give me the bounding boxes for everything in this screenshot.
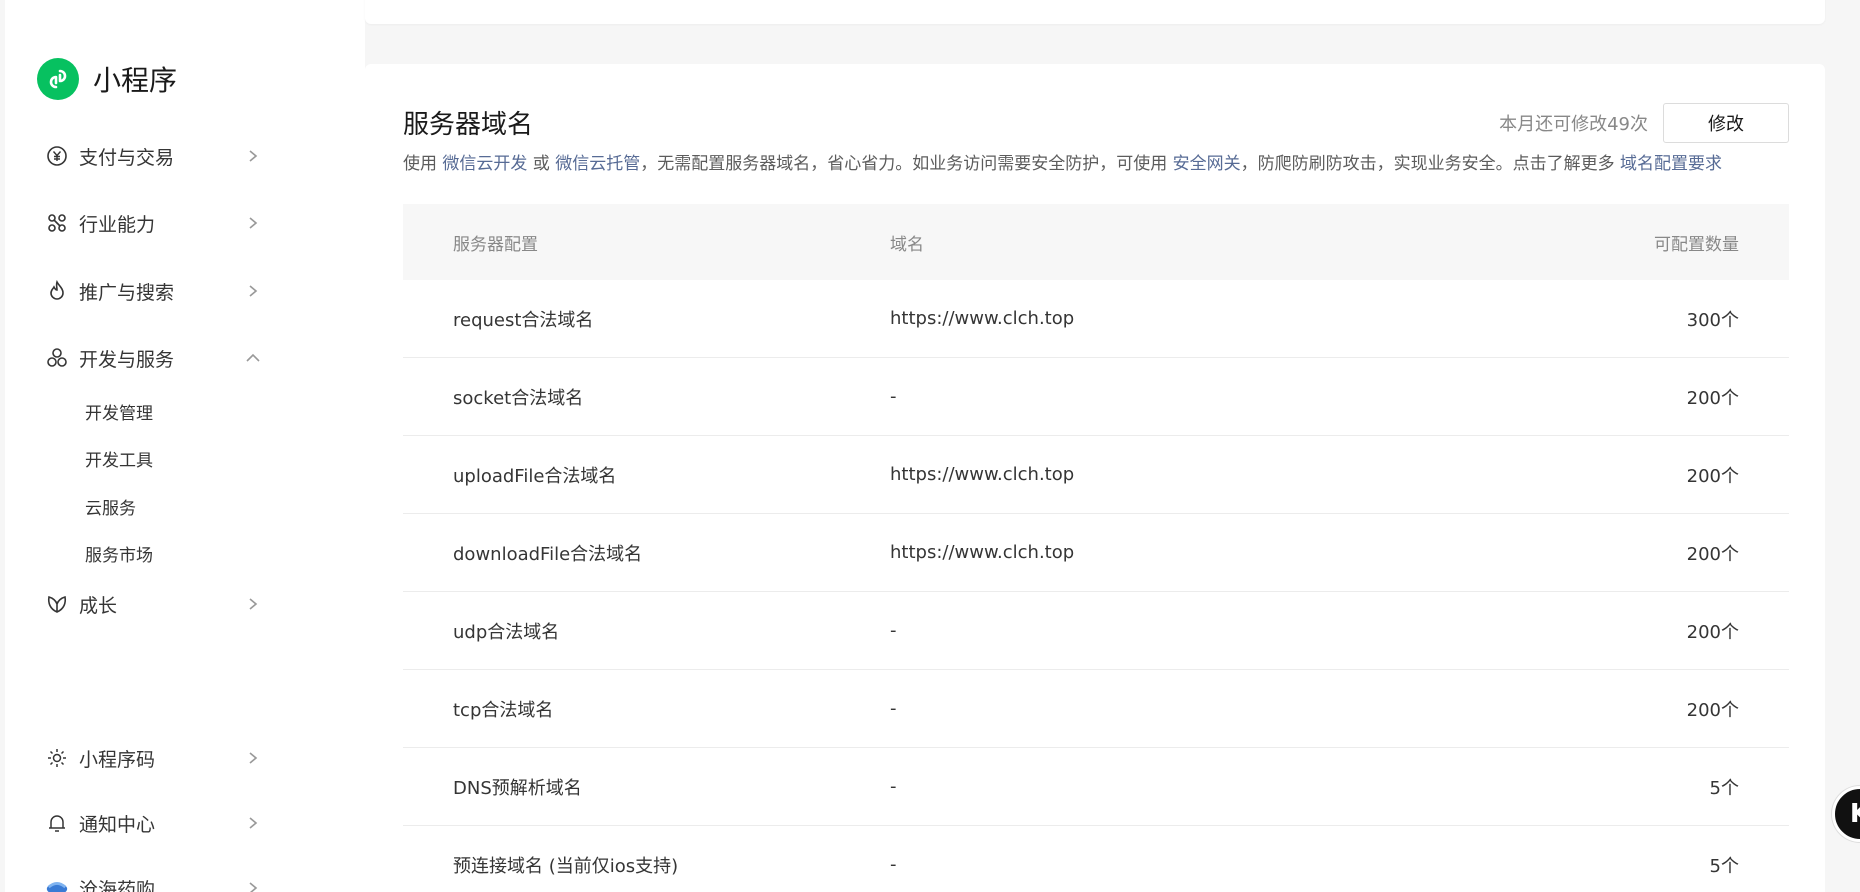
mini-program-logo-icon: [37, 58, 79, 100]
table-row: request合法域名 https://www.clch.top 300个: [403, 280, 1789, 358]
cell-count: 300个: [1686, 309, 1739, 331]
sidebar-item-label: 支付与交易: [79, 146, 175, 169]
chevron-right-icon: [241, 592, 265, 616]
cell-count: 200个: [1686, 543, 1739, 565]
cell-config: 预连接域名 (当前仅ios支持): [453, 855, 679, 877]
desc-text: ，防爬防刷防攻击，实现业务安全。点击了解更多: [1240, 154, 1621, 174]
section-title: 服务器域名: [403, 110, 534, 140]
wechat-cloud-hosting-link[interactable]: 微信云托管: [555, 154, 640, 174]
sidebar-item-notifications[interactable]: 通知中心: [45, 803, 265, 843]
qrcode-sun-icon: [45, 746, 69, 770]
cell-domain: https://www.clch.top: [890, 464, 1075, 485]
table-row: udp合法域名 - 200个: [403, 592, 1789, 670]
table-header: 服务器配置 域名 可配置数量: [403, 204, 1789, 280]
desc-text: 或: [527, 154, 556, 174]
chevron-right-icon: [241, 811, 265, 835]
sidebar-item-label: 小程序码: [79, 748, 156, 771]
modify-quota-text: 本月还可修改49次: [1499, 114, 1648, 135]
cell-count: 200个: [1686, 387, 1739, 409]
table-row: socket合法域名 - 200个: [403, 358, 1789, 436]
sidebar-item-label: 行业能力: [79, 213, 156, 236]
sidebar-item-label: 沧海药购: [79, 878, 156, 892]
section-description: 使用 微信云开发 或 微信云托管，无需配置服务器域名，省心省力。如业务访问需要安…: [403, 149, 1722, 174]
cell-domain: -: [890, 776, 897, 797]
desc-text: 使用: [403, 154, 443, 174]
table-row: DNS预解析域名 - 5个: [403, 748, 1789, 826]
sidebar-subitem-dev-management[interactable]: 开发管理: [85, 399, 153, 424]
chevron-right-icon: [241, 211, 265, 235]
cell-count: 200个: [1686, 621, 1739, 643]
cell-domain: -: [890, 620, 897, 641]
leaf-icon: [45, 592, 69, 616]
sidebar-item-account[interactable]: 沧海药购: [45, 868, 265, 892]
cell-config: DNS预解析域名: [453, 777, 582, 799]
cell-config: request合法域名: [453, 309, 594, 331]
cell-count: 5个: [1709, 777, 1739, 799]
domain-requirements-link[interactable]: 域名配置要求: [1620, 154, 1722, 174]
sidebar-item-promotion[interactable]: 推广与搜索: [45, 271, 265, 311]
cell-domain: https://www.clch.top: [890, 542, 1075, 563]
cell-domain: https://www.clch.top: [890, 308, 1075, 329]
table-row: 预连接域名 (当前仅ios支持) - 5个: [403, 826, 1789, 892]
bell-icon: [45, 811, 69, 835]
chevron-right-icon: [241, 144, 265, 168]
table-row: uploadFile合法域名 https://www.clch.top 200个: [403, 436, 1789, 514]
sidebar-item-label: 成长: [79, 594, 118, 617]
sidebar-item-label: 推广与搜索: [79, 281, 175, 304]
cell-config: downloadFile合法域名: [453, 543, 643, 565]
industry-nodes-icon: [45, 211, 69, 235]
app-name: 小程序: [93, 64, 178, 97]
floating-assistant-button[interactable]: K: [1832, 786, 1860, 842]
security-gateway-link[interactable]: 安全网关: [1173, 154, 1241, 174]
chevron-right-icon: [241, 279, 265, 303]
cell-count: 200个: [1686, 699, 1739, 721]
column-header-count: 可配置数量: [1654, 234, 1739, 255]
sidebar-subitem-cloud-service[interactable]: 云服务: [85, 494, 136, 519]
table-row: tcp合法域名 - 200个: [403, 670, 1789, 748]
cell-count: 200个: [1686, 465, 1739, 487]
sidebar-item-payment[interactable]: 支付与交易: [45, 136, 265, 176]
cell-domain: -: [890, 386, 897, 407]
previous-section-card: [365, 0, 1825, 24]
chevron-right-icon: [241, 746, 265, 770]
sidebar-subitem-dev-tools[interactable]: 开发工具: [85, 446, 153, 471]
table-row: downloadFile合法域名 https://www.clch.top 20…: [403, 514, 1789, 592]
cell-domain: -: [890, 698, 897, 719]
cell-domain: -: [890, 854, 897, 875]
sidebar-item-growth[interactable]: 成长: [45, 584, 265, 624]
wechat-cloud-dev-link[interactable]: 微信云开发: [442, 154, 527, 174]
cell-count: 5个: [1709, 855, 1739, 877]
cell-config: udp合法域名: [453, 621, 560, 643]
modify-button[interactable]: 修改: [1663, 103, 1789, 143]
page: 小程序 支付与交易 行业能力 推广与搜索 开发与服务 开发管理 开发工具 云服务…: [0, 0, 1860, 892]
account-avatar-icon: [45, 876, 69, 892]
sidebar-item-industry[interactable]: 行业能力: [45, 203, 265, 243]
sidebar-item-label: 通知中心: [79, 813, 156, 836]
cubes-icon: [45, 346, 69, 370]
column-header-domain: 域名: [890, 234, 924, 255]
server-domain-card: 服务器域名 本月还可修改49次 修改 使用 微信云开发 或 微信云托管，无需配置…: [365, 64, 1825, 892]
chevron-up-icon: [241, 346, 265, 370]
server-domain-table: 服务器配置 域名 可配置数量 request合法域名 https://www.c…: [403, 204, 1789, 892]
column-header-config: 服务器配置: [453, 234, 538, 255]
sidebar-subitem-service-market[interactable]: 服务市场: [85, 541, 153, 566]
desc-text: ，无需配置服务器域名，省心省力。如业务访问需要安全防护，可使用: [640, 154, 1173, 174]
yen-circle-icon: [45, 144, 69, 168]
flame-icon: [45, 279, 69, 303]
cell-config: tcp合法域名: [453, 699, 554, 721]
sidebar-item-dev-services[interactable]: 开发与服务: [45, 338, 265, 378]
logo[interactable]: 小程序: [37, 58, 177, 100]
sidebar-item-qrcode[interactable]: 小程序码: [45, 738, 265, 778]
cell-config: socket合法域名: [453, 387, 584, 409]
sidebar-item-label: 开发与服务: [79, 348, 175, 371]
sidebar: 小程序 支付与交易 行业能力 推广与搜索 开发与服务 开发管理 开发工具 云服务…: [5, 0, 365, 892]
cell-config: uploadFile合法域名: [453, 465, 617, 487]
chevron-right-icon: [241, 876, 265, 892]
